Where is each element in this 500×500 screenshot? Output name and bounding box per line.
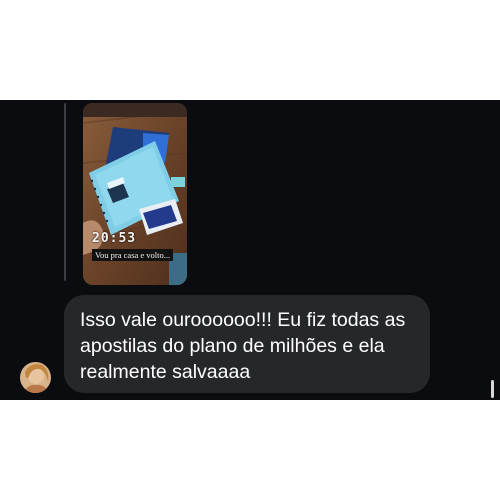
story-reply-thumbnail[interactable]: 20:53 Vou pra casa e volto...	[83, 103, 187, 285]
reply-indicator-bar	[64, 103, 66, 281]
story-caption: Vou pra casa e volto...	[92, 249, 174, 261]
avatar[interactable]	[20, 362, 51, 393]
scrollbar-thumb[interactable]	[491, 380, 494, 398]
message-text: Isso vale ouroooooo!!! Eu fiz todas as a…	[80, 309, 406, 383]
story-time-overlay: 20:53	[92, 231, 137, 246]
message-bubble[interactable]: Isso vale ouroooooo!!! Eu fiz todas as a…	[64, 295, 430, 393]
avatar-image	[20, 362, 51, 393]
